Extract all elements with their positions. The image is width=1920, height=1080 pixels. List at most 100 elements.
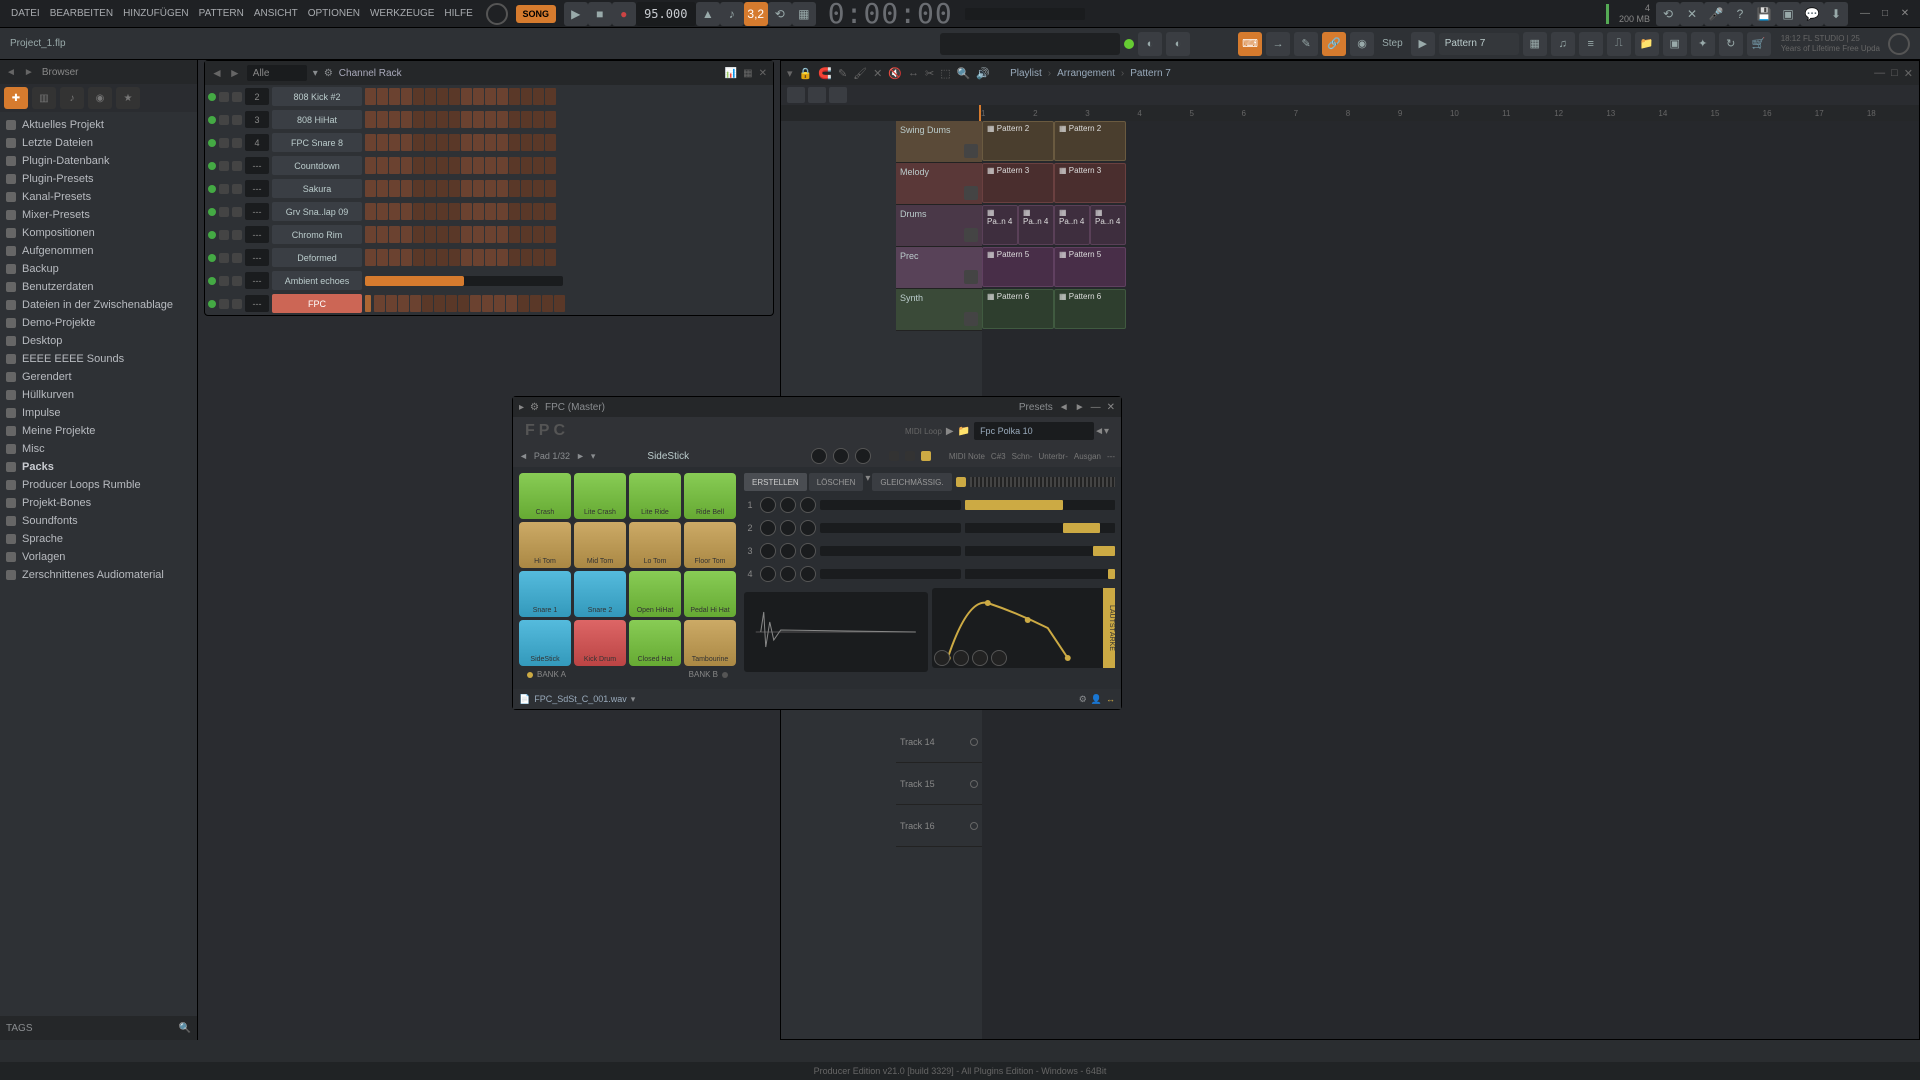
playlist-track-header[interactable]: Track 14 [896, 721, 982, 763]
step-button[interactable] [425, 88, 436, 105]
browser-fwd-icon[interactable]: ► [24, 67, 34, 78]
step-button[interactable] [401, 249, 412, 266]
cr-grid-icon[interactable]: ▦ [743, 68, 752, 79]
step-button[interactable] [401, 226, 412, 243]
menu-help[interactable]: HILFE [439, 8, 477, 19]
snap-button[interactable]: ✎ [1294, 32, 1318, 56]
step-button[interactable] [437, 249, 448, 266]
step-button[interactable] [533, 157, 544, 174]
browser-item[interactable]: Vorlagen [0, 548, 197, 566]
fpc-menu-icon[interactable]: ▸ [519, 402, 524, 413]
browser-item[interactable]: Impulse [0, 404, 197, 422]
fpc-pad[interactable]: Tambourine [684, 620, 736, 666]
pl-tool-slice[interactable]: ✂ [925, 67, 934, 80]
browser-item[interactable]: Producer Loops Rumble [0, 476, 197, 494]
step-button[interactable] [413, 249, 424, 266]
step-button[interactable] [485, 157, 496, 174]
track-mute-dot[interactable] [970, 738, 978, 746]
step-button[interactable] [497, 88, 508, 105]
step-button[interactable] [497, 203, 508, 220]
step-play-button[interactable]: ▶ [1411, 32, 1435, 56]
fpc-mute-button[interactable] [889, 451, 899, 461]
chat-icon[interactable]: 💬 [1800, 2, 1824, 26]
step-button[interactable] [449, 180, 460, 197]
cr-filter-dropdown[interactable]: Alle [247, 65, 307, 81]
step-button[interactable] [545, 203, 556, 220]
step-button[interactable] [437, 180, 448, 197]
step-button[interactable] [518, 295, 529, 312]
channel-name-button[interactable]: 808 Kick #2 [272, 87, 362, 106]
playlist-track-header[interactable]: Drums [896, 205, 982, 247]
play-button[interactable]: ▶ [564, 2, 588, 26]
layer-pan-knob[interactable] [780, 520, 796, 536]
step-button[interactable] [449, 249, 460, 266]
fpc-tune-knob[interactable] [855, 448, 871, 464]
step-button[interactable] [365, 88, 376, 105]
fpc-footer-icon-2[interactable]: 👤 [1091, 694, 1102, 705]
mixer-button[interactable]: ⎍ [1607, 32, 1631, 56]
help-icon[interactable]: ? [1728, 2, 1752, 26]
channel-number[interactable]: --- [245, 180, 269, 197]
fpc-pad[interactable]: Mid Tom [574, 522, 626, 568]
menu-edit[interactable]: BEARBEITEN [45, 8, 118, 19]
browser-tab-1[interactable]: ▥ [32, 87, 56, 109]
fpc-footer-icon-1[interactable]: ⚙ [1079, 694, 1087, 705]
fpc-velocity-strip[interactable] [970, 477, 1115, 487]
loop-record-button[interactable]: ▦ [792, 2, 816, 26]
render-icon[interactable]: ▣ [1776, 2, 1800, 26]
step-button[interactable] [485, 249, 496, 266]
step-button[interactable] [398, 295, 409, 312]
typing-keyboard-button[interactable]: ⌨ [1238, 32, 1262, 56]
fpc-pad-prev-icon[interactable]: ◄ [519, 451, 528, 461]
step-button[interactable] [461, 134, 472, 151]
pl-mode-3[interactable] [829, 87, 847, 103]
step-button[interactable] [509, 134, 520, 151]
pl-tool-paint[interactable]: 🖌 [853, 67, 867, 80]
step-button[interactable] [473, 134, 484, 151]
step-button[interactable] [509, 88, 520, 105]
channel-led[interactable] [208, 139, 216, 147]
step-button[interactable] [485, 203, 496, 220]
channel-name-button[interactable]: FPC Snare 8 [272, 133, 362, 152]
browser-item[interactable]: Desktop [0, 332, 197, 350]
fpc-sample-name[interactable]: FPC_SdSt_C_001.wav [534, 694, 627, 704]
layer-tune-knob[interactable] [800, 566, 816, 582]
step-button[interactable] [377, 134, 388, 151]
pl-mode-2[interactable] [808, 87, 826, 103]
fpc-preset-dd-menu[interactable]: ▾ [1104, 426, 1109, 437]
mic-icon[interactable]: 🎤 [1704, 2, 1728, 26]
channel-rack-button[interactable]: ≡ [1579, 32, 1603, 56]
shop-button[interactable]: 🛒 [1747, 32, 1771, 56]
browser-item[interactable]: Dateien in der Zwischenablage [0, 296, 197, 314]
tags-label[interactable]: TAGS [6, 1023, 32, 1034]
browser-item[interactable]: Zerschnittenes Audiomaterial [0, 566, 197, 584]
step-button[interactable] [497, 134, 508, 151]
channel-mute[interactable] [219, 138, 229, 148]
step-button[interactable] [554, 295, 565, 312]
step-button[interactable] [461, 180, 472, 197]
channel-mute[interactable] [219, 299, 229, 309]
step-button[interactable] [389, 134, 400, 151]
layer-tune-knob[interactable] [800, 520, 816, 536]
step-button[interactable] [497, 157, 508, 174]
playlist-grid[interactable]: ▦ Pattern 2▦ Pattern 2▦ Pattern 3▦ Patte… [982, 121, 1919, 1039]
channel-mute[interactable] [219, 230, 229, 240]
fpc-preset-prev-icon[interactable]: ◄ [1059, 402, 1069, 413]
browser-item[interactable]: Backup [0, 260, 197, 278]
fpc-env-dec[interactable] [953, 650, 969, 666]
step-button[interactable] [422, 295, 433, 312]
song-mode-button[interactable]: SONG [516, 5, 556, 23]
fpc-pad[interactable]: Hi Tom [519, 522, 571, 568]
step-button[interactable] [425, 203, 436, 220]
browser-tree[interactable]: Aktuelles ProjektLetzte DateienPlugin-Da… [0, 112, 197, 1016]
step-button[interactable] [365, 249, 376, 266]
fpc-preset-dd-prev[interactable]: ◄ [1094, 426, 1104, 437]
step-button[interactable] [413, 226, 424, 243]
step-button[interactable] [425, 180, 436, 197]
step-button[interactable] [413, 88, 424, 105]
step-button[interactable] [413, 111, 424, 128]
wait-input-button[interactable]: ♪ [720, 2, 744, 26]
browser-item[interactable]: Meine Projekte [0, 422, 197, 440]
layer-bar[interactable] [820, 523, 961, 533]
step-button[interactable] [413, 134, 424, 151]
